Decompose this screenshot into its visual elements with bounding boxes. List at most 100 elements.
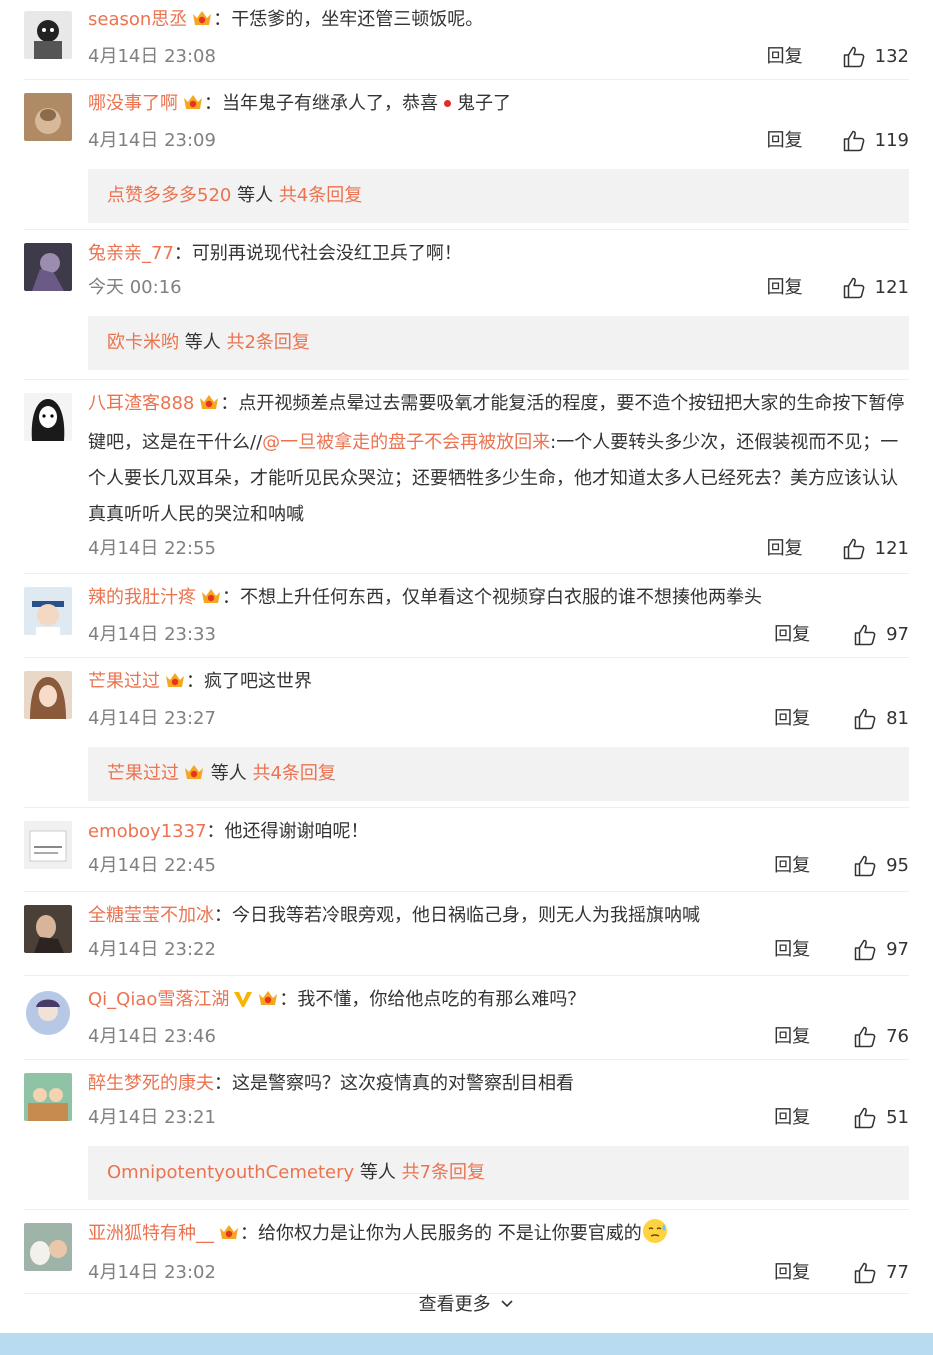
like-button[interactable]: 121 xyxy=(843,533,909,565)
comment-text: 干恁爹的，坐牢还管三顿饭呢。 xyxy=(231,9,484,30)
avatar[interactable] xyxy=(24,671,72,719)
reply-count-link[interactable]: 共4条回复 xyxy=(252,763,335,784)
like-count: 97 xyxy=(886,624,909,645)
username[interactable]: 全糖莹莹不加冰 xyxy=(88,905,214,926)
reply-button[interactable]: 回复 xyxy=(767,41,803,73)
bottom-bar xyxy=(0,1333,933,1355)
reply-count-link[interactable]: 共4条回复 xyxy=(279,185,362,206)
comment-time: 4月14日 23:33 xyxy=(88,624,216,645)
thumbs-up-icon xyxy=(843,46,865,68)
member-crown-icon xyxy=(183,750,205,804)
like-button[interactable]: 95 xyxy=(854,850,909,882)
like-button[interactable]: 81 xyxy=(854,703,909,735)
avatar[interactable] xyxy=(24,905,72,953)
reply-count-link[interactable]: 共7条回复 xyxy=(402,1162,485,1183)
thumbs-up-icon xyxy=(854,939,876,961)
member-crown-icon xyxy=(198,389,220,425)
username[interactable]: 哪没事了啊 xyxy=(88,93,178,114)
avatar[interactable] xyxy=(24,1223,72,1271)
reply-button[interactable]: 回复 xyxy=(774,703,810,735)
comment-text: 他还得谢谢咱呢！ xyxy=(224,821,369,842)
like-count: 81 xyxy=(886,708,909,729)
comment-item: 芒果过过 ：疯了吧这世界 4月14日 23:27 回复 81 芒果过过 等人 共4… xyxy=(24,658,909,808)
comment-time: 4月14日 23:27 xyxy=(88,708,216,729)
username[interactable]: 八耳渣客888 xyxy=(88,393,194,414)
reply-button[interactable]: 回复 xyxy=(767,272,803,304)
reply-users[interactable]: 欧卡米哟 xyxy=(107,332,179,353)
reply-button[interactable]: 回复 xyxy=(767,125,803,157)
red-dot-icon xyxy=(444,100,451,107)
replies-summary[interactable]: OmnipotentyouthCemetery 等人 共7条回复 xyxy=(88,1146,909,1200)
comment-text: 不想上升任何东西，仅单看这个视频穿白衣服的谁不想揍他两拳头 xyxy=(240,587,762,608)
like-count: 76 xyxy=(886,1026,909,1047)
comment-text: 可别再说现代社会没红卫兵了啊！ xyxy=(191,243,462,264)
reply-button[interactable]: 回复 xyxy=(774,934,810,966)
username[interactable]: 兔亲亲_77 xyxy=(88,243,174,264)
avatar[interactable] xyxy=(24,587,72,635)
username[interactable]: emoboy1337 xyxy=(88,821,207,842)
username[interactable]: 辣的我肚汁疼 xyxy=(88,587,196,608)
comment-text: 疯了吧这世界 xyxy=(204,671,312,692)
reply-count-link[interactable]: 共2条回复 xyxy=(226,332,309,353)
reply-button[interactable]: 回复 xyxy=(774,1021,810,1053)
avatar[interactable] xyxy=(24,821,72,869)
comment-item: 全糖莹莹不加冰：今日我等若冷眼旁观，他日祸临己身，则无人为我摇旗呐喊 4月14日… xyxy=(24,892,909,976)
member-crown-icon xyxy=(182,89,204,125)
like-count: 121 xyxy=(874,538,909,559)
reply-users[interactable]: 芒果过过 xyxy=(107,763,179,784)
reply-users[interactable]: 点赞多多多520 xyxy=(107,185,231,206)
username[interactable]: 芒果过过 xyxy=(88,671,160,692)
avatar[interactable] xyxy=(24,11,72,59)
avatar[interactable] xyxy=(24,1073,72,1121)
like-count: 119 xyxy=(874,130,909,151)
comment-text: 这是警察吗？这次疫情真的对警察刮目相看 xyxy=(232,1073,574,1094)
chevron-down-icon xyxy=(501,1300,513,1308)
like-count: 95 xyxy=(886,855,909,876)
reply-users[interactable]: OmnipotentyouthCemetery xyxy=(107,1162,354,1183)
comment-time: 4月14日 23:09 xyxy=(88,130,216,151)
like-button[interactable]: 97 xyxy=(854,619,909,651)
thumbs-up-icon xyxy=(854,855,876,877)
mention-link[interactable]: @一旦被拿走的盘子不会再被放回来 xyxy=(262,432,550,453)
comment-item: 辣的我肚汁疼 ：不想上升任何东西，仅单看这个视频穿白衣服的谁不想揍他两拳头 4月1… xyxy=(24,574,909,658)
reply-button[interactable]: 回复 xyxy=(774,619,810,651)
comment-item: 哪没事了啊 ：当年鬼子有继承人了，恭喜 鬼子了 4月14日 23:09 回复 119… xyxy=(24,80,909,230)
comment-time: 4月14日 22:55 xyxy=(88,538,216,559)
comment-time: 4月14日 23:46 xyxy=(88,1026,216,1047)
like-button[interactable]: 76 xyxy=(854,1021,909,1053)
comment-time: 4月14日 22:45 xyxy=(88,855,216,876)
replies-summary[interactable]: 芒果过过 等人 共4条回复 xyxy=(88,747,909,801)
avatar[interactable] xyxy=(24,989,72,1037)
member-crown-icon xyxy=(200,583,222,619)
comment-time: 4月14日 23:21 xyxy=(88,1107,216,1128)
username[interactable]: 亚洲狐特有种__ xyxy=(88,1223,214,1244)
avatar[interactable] xyxy=(24,243,72,291)
like-button[interactable]: 97 xyxy=(854,934,909,966)
reply-button[interactable]: 回复 xyxy=(774,850,810,882)
thumbs-up-icon xyxy=(854,1107,876,1129)
reply-button[interactable]: 回复 xyxy=(774,1102,810,1134)
comment-time: 4月14日 23:22 xyxy=(88,939,216,960)
username[interactable]: 醉生梦死的康夫 xyxy=(88,1073,214,1094)
username[interactable]: season思丞 xyxy=(88,9,187,30)
load-more-button[interactable]: 查看更多 xyxy=(0,1280,933,1330)
thumbs-up-icon xyxy=(843,277,865,299)
comment-item: 八耳渣客888 ：点开视频差点晕过去需要吸氧才能复活的程度，要不造个按钮把大家的生… xyxy=(24,380,909,574)
reply-button[interactable]: 回复 xyxy=(767,533,803,565)
replies-summary[interactable]: 点赞多多多520 等人 共4条回复 xyxy=(88,169,909,223)
thumbs-up-icon xyxy=(854,624,876,646)
like-count: 51 xyxy=(886,1107,909,1128)
member-crown-icon xyxy=(218,1219,240,1255)
avatar[interactable] xyxy=(24,93,72,141)
verified-v-icon xyxy=(233,985,253,1021)
replies-summary[interactable]: 欧卡米哟 等人 共2条回复 xyxy=(88,316,909,370)
username[interactable]: Qi_Qiao雪落江湖 xyxy=(88,989,229,1010)
like-count: 97 xyxy=(886,939,909,960)
like-button[interactable]: 119 xyxy=(843,125,909,157)
comment-item: Qi_Qiao雪落江湖 ：我不懂，你给他点吃的有那么难吗？ 4月14日 23:46… xyxy=(24,976,909,1060)
like-button[interactable]: 121 xyxy=(843,272,909,304)
like-button[interactable]: 51 xyxy=(854,1102,909,1134)
like-button[interactable]: 132 xyxy=(843,41,909,73)
member-crown-icon xyxy=(191,5,213,41)
avatar[interactable] xyxy=(24,393,72,441)
